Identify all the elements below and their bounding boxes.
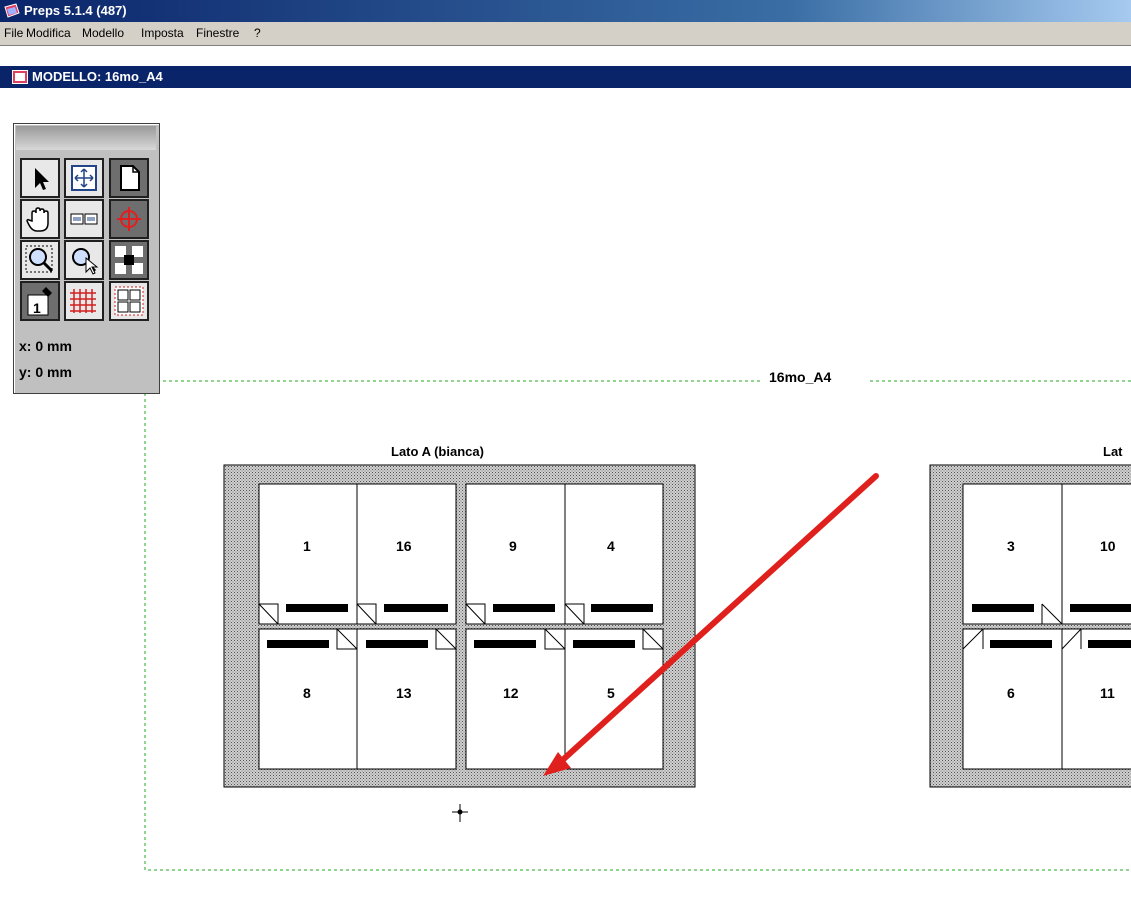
page-number: 10 bbox=[1100, 538, 1116, 554]
layout-canvas[interactable]: 16mo_A4 Lato A (bianca) Lat 1 16 9 4 8 1… bbox=[0, 88, 1131, 918]
registration-mark bbox=[452, 804, 468, 822]
page-number-tool-icon[interactable]: 1 bbox=[20, 281, 60, 321]
menu-imposta[interactable]: Imposta bbox=[141, 22, 184, 45]
page-number: 12 bbox=[503, 685, 519, 701]
template-name-label: 16mo_A4 bbox=[767, 369, 834, 385]
document-title: MODELLO: 16mo_A4 bbox=[32, 69, 163, 84]
menu-finestre[interactable]: Finestre bbox=[196, 22, 239, 45]
document-icon bbox=[12, 70, 28, 84]
app-icon bbox=[4, 3, 20, 18]
step-repeat-tool-icon[interactable] bbox=[109, 281, 149, 321]
page-number: 8 bbox=[303, 685, 311, 701]
app-title: Preps 5.1.4 (487) bbox=[24, 3, 127, 18]
page-number: 5 bbox=[607, 685, 615, 701]
page-number: 16 bbox=[396, 538, 412, 554]
page-number: 11 bbox=[1100, 685, 1115, 701]
page-tool-icon[interactable] bbox=[109, 158, 149, 198]
crop-marks-tool-icon[interactable] bbox=[109, 240, 149, 280]
hand-tool-icon[interactable] bbox=[20, 199, 60, 239]
page-number: 4 bbox=[607, 538, 615, 554]
tool-palette: 1 x: 0 mm y: 0 mm bbox=[13, 123, 160, 394]
app-titlebar: Preps 5.1.4 (487) bbox=[0, 0, 1131, 22]
svg-text:1: 1 bbox=[33, 300, 41, 316]
imposition-drawing bbox=[144, 380, 1131, 871]
grid-tool-icon[interactable] bbox=[64, 281, 104, 321]
page-number: 9 bbox=[509, 538, 517, 554]
menu-modifica[interactable]: Modifica bbox=[26, 22, 71, 45]
palette-drag-handle[interactable] bbox=[16, 126, 156, 150]
zoom-select-tool-icon[interactable] bbox=[64, 240, 104, 280]
x-coordinate-readout: x: 0 mm bbox=[19, 338, 72, 354]
page-number: 6 bbox=[1007, 685, 1015, 701]
document-titlebar: MODELLO: 16mo_A4 bbox=[0, 66, 1131, 88]
menu-file[interactable]: File bbox=[4, 22, 23, 45]
registration-tool-icon[interactable] bbox=[109, 199, 149, 239]
menu-bar: File Modifica Modello Imposta Finestre ? bbox=[0, 22, 1131, 46]
gutter-tool-icon[interactable] bbox=[64, 199, 104, 239]
side-a-label: Lato A (bianca) bbox=[391, 444, 484, 459]
move-tool-icon[interactable] bbox=[64, 158, 104, 198]
page-number: 3 bbox=[1007, 538, 1015, 554]
page-number: 13 bbox=[396, 685, 412, 701]
menu-modello[interactable]: Modello bbox=[82, 22, 124, 45]
side-b-label: Lat bbox=[1103, 444, 1123, 459]
page-number: 1 bbox=[303, 538, 311, 554]
y-coordinate-readout: y: 0 mm bbox=[19, 364, 72, 380]
menu-help[interactable]: ? bbox=[254, 22, 261, 45]
zoom-area-tool-icon[interactable] bbox=[20, 240, 60, 280]
arrow-tool-icon[interactable] bbox=[20, 158, 60, 198]
